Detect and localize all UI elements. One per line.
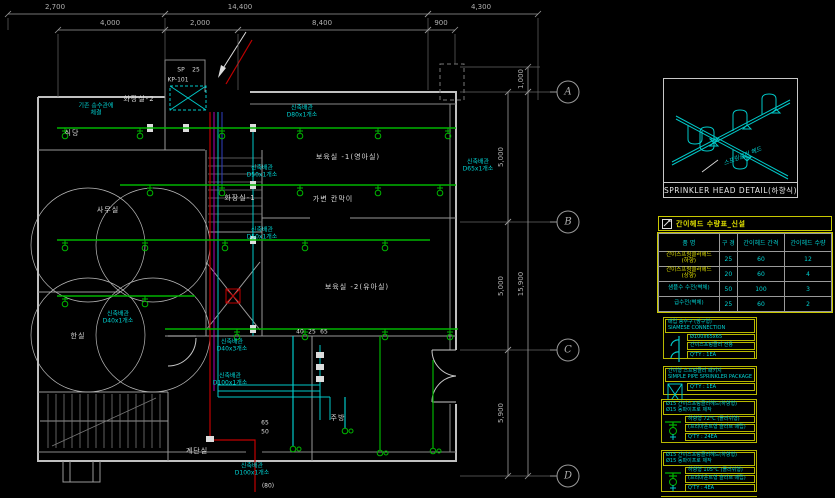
schedule-column-header: 품 명 — [659, 234, 720, 252]
schedule-row: 급수전(벽체)25602 — [659, 297, 832, 312]
schedule-cell: 25 — [719, 297, 737, 312]
schedule-cell: 3 — [784, 282, 831, 297]
inner-wall-lines — [38, 60, 464, 452]
schedule-cell: 60 — [737, 267, 784, 282]
legend-quantity: Q'TY : 1EA — [687, 351, 755, 359]
pipe-fittings — [147, 124, 324, 442]
legend-row: 하향형 105°C (플러쉬형) — [685, 467, 755, 475]
schedule-cell: 간이스프링클러헤드(상향) — [659, 267, 720, 282]
siamese-icon — [665, 334, 685, 364]
grid-extension-lines — [8, 18, 556, 476]
detail-panel-title: SPRINKLER HEAD DETAIL(하향식) — [664, 182, 797, 197]
head-icon — [663, 467, 683, 493]
legend-row: 간이스프링클러 전용 — [687, 342, 755, 350]
legend-header: 매입 송수구 (쌍구형)SIAMESE CONNECTION — [665, 319, 755, 333]
legend-panel: Ø15 간이스프링클러헤드(하향형)Ø15 동파이프로 제작하향형 72°C (… — [661, 399, 757, 443]
sprinkler-head-detail-panel: 스프링클러 헤드 SPRINKLER HEAD DETAIL(하향식) — [663, 78, 798, 198]
schedule-cell: 100 — [737, 282, 784, 297]
schedule-table: 품 명구 경간이헤드 간격간이헤드 수량 간이스프링클러헤드(하향)256012… — [658, 233, 832, 312]
schedule-title: 간이헤드 수량표_신설 — [676, 219, 745, 229]
schedule-cell: 12 — [784, 252, 831, 267]
legend-panel: Ø15 간이스프링클러헤드(하향형)Ø15 동파이프로 제작하향형 105°C … — [661, 450, 757, 492]
schedule-cell: 20 — [719, 267, 737, 282]
legend-panel: 간이형 스프링클러 패키지SIMPLE PIPE SPRINKLER PACKA… — [663, 366, 757, 395]
sprinkler-package-unit — [170, 86, 206, 110]
schedule-cell: 간이스프링클러헤드(하향) — [659, 252, 720, 267]
legend-row: (프리마운트형 슬라브 매립) — [685, 424, 755, 432]
legend-quantity: Q'TY : 24EA — [685, 433, 755, 441]
schedule-column-header: 구 경 — [719, 234, 737, 252]
interior-walls — [38, 97, 456, 482]
schedule-cell: 60 — [737, 252, 784, 267]
legend-quantity: Q'TY : 4EA — [685, 484, 755, 492]
grid-bubble-circles — [550, 81, 579, 487]
legend-panel: 매입 송수구 (쌍구형)SIAMESE CONNECTIONØ100x65x65… — [663, 317, 757, 359]
schedule-cell: 급수전(벽체) — [659, 297, 720, 312]
outer-walls — [38, 92, 456, 461]
dimension-lines — [5, 11, 541, 479]
schedule-row: 간이스프링클러헤드(상향)20604 — [659, 267, 832, 282]
cad-drawing-canvas: 2,70014,4004,3004,0002,0008,4009001,0001… — [0, 0, 835, 498]
schedule-cell: 25 — [719, 252, 737, 267]
legend-row: 하향형 72°C (플러쉬형) — [685, 416, 755, 424]
legend-row: Ø100x65x65 — [687, 334, 755, 342]
entrance-arrow — [218, 32, 252, 84]
detail-callout-label: 스프링클러 헤드 — [722, 144, 763, 168]
schedule-column-header: 간이헤드 간격 — [737, 234, 784, 252]
schedule-title-bar: 간이헤드 수량표_신설 — [658, 216, 832, 231]
head-icon — [663, 416, 683, 442]
legend-header: 간이형 스프링클러 패키지SIMPLE PIPE SPRINKLER PACKA… — [665, 368, 755, 382]
legend-quantity: Q'TY : 1EA — [687, 383, 755, 391]
schedule-cell: 60 — [737, 297, 784, 312]
legend-row: (프리마운트형 슬라브 매립) — [685, 475, 755, 483]
schedule-row: 간이스프링클러헤드(하향)256012 — [659, 252, 832, 267]
schedule-cell: 샘플수 수전(벽체) — [659, 282, 720, 297]
head-schedule-panel: 간이헤드 수량표_신설 품 명구 경간이헤드 간격간이헤드 수량 간이스프링클러… — [658, 216, 832, 312]
schedule-cell: 50 — [719, 282, 737, 297]
schedule-row: 샘플수 수전(벽체)501003 — [659, 282, 832, 297]
legend-header: Ø15 간이스프링클러헤드(하향형)Ø15 동파이프로 제작 — [663, 452, 755, 466]
schedule-cell: 4 — [784, 267, 831, 282]
note-icon — [662, 218, 672, 229]
legend-header: Ø15 간이스프링클러헤드(하향형)Ø15 동파이프로 제작 — [663, 401, 755, 415]
schedule-column-header: 간이헤드 수량 — [784, 234, 831, 252]
schedule-cell: 2 — [784, 297, 831, 312]
